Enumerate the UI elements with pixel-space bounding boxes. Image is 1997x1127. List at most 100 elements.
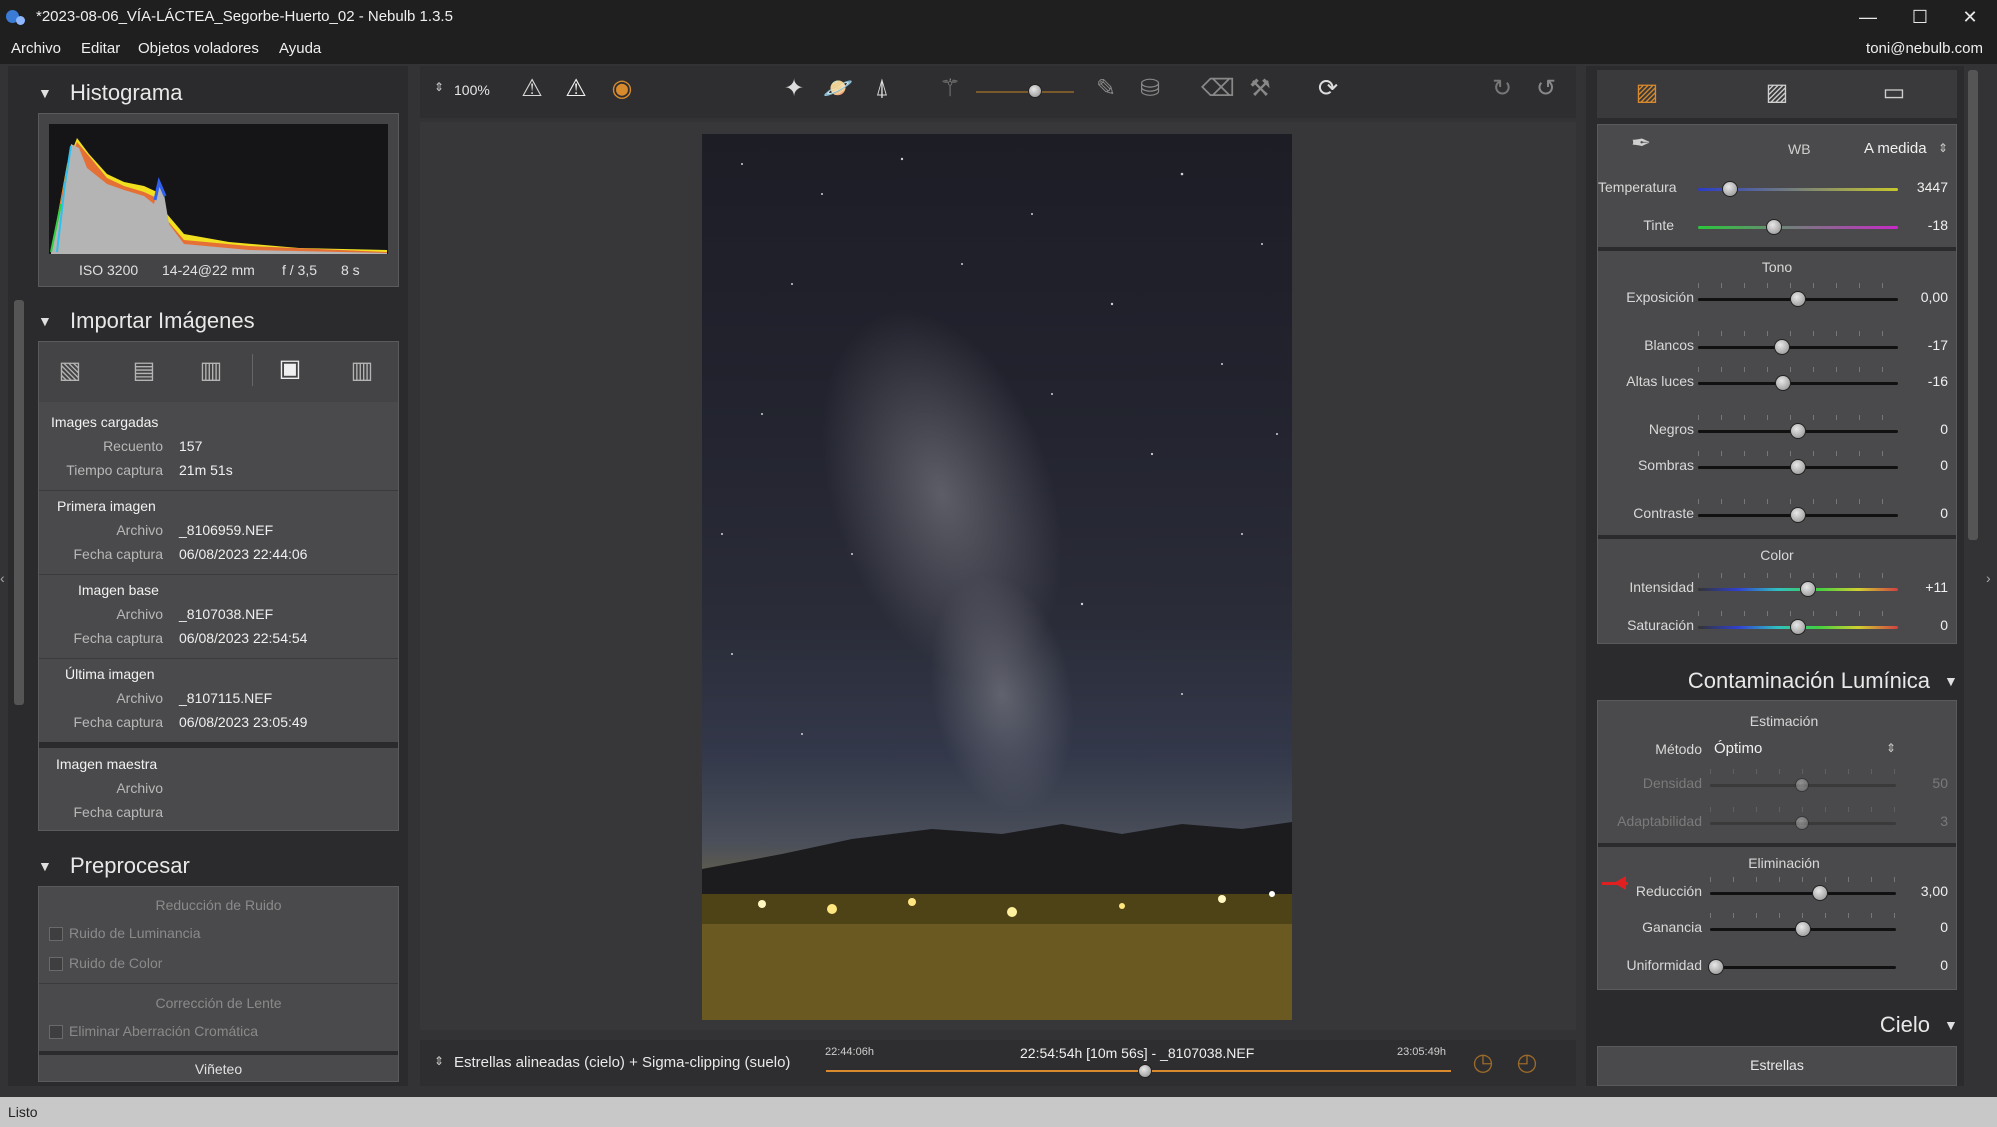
histogram-title: Histograma <box>70 80 183 105</box>
tint-slider[interactable] <box>1698 226 1898 229</box>
right-scrollbar[interactable] <box>1968 70 1978 540</box>
exposure-knob[interactable] <box>1790 291 1806 307</box>
saturation-value[interactable]: 0 <box>1888 617 1948 633</box>
refresh-icon[interactable]: ⟳ <box>1310 74 1346 103</box>
eraser-icon[interactable]: ⌫ <box>1200 74 1236 103</box>
wb-select[interactable]: A medida <box>1864 140 1927 157</box>
maximize-button[interactable]: ☐ <box>1900 4 1940 30</box>
highlights-knob[interactable] <box>1775 375 1791 391</box>
brush-icon[interactable]: ✎ <box>1088 74 1124 103</box>
menu-editar[interactable]: Editar <box>81 40 120 57</box>
intensity-slider[interactable] <box>1698 588 1898 591</box>
menu-archivo[interactable]: Archivo <box>11 40 61 57</box>
clear-list-icon[interactable]: ▥ <box>345 356 379 385</box>
warning-filled-icon[interactable]: ⚠ <box>558 74 594 103</box>
menu-ayuda[interactable]: Ayuda <box>279 40 321 57</box>
warning-outline-icon[interactable]: ⚠ <box>514 74 550 103</box>
temperature-knob[interactable] <box>1722 181 1738 197</box>
shadows-value[interactable]: 0 <box>1888 457 1948 473</box>
tint-value[interactable]: -18 <box>1888 217 1948 233</box>
stack-mode[interactable]: Estrellas alineadas (cielo) + Sigma-clip… <box>454 1054 790 1071</box>
temperature-value[interactable]: 3447 <box>1888 179 1948 195</box>
collapse-right-icon[interactable]: › <box>1986 570 1996 586</box>
intensity-value[interactable]: +11 <box>1888 579 1948 595</box>
highlights-value[interactable]: -16 <box>1888 373 1948 389</box>
shadows-knob[interactable] <box>1790 459 1806 475</box>
vignette-heading[interactable]: Viñeteo <box>39 1061 398 1077</box>
whites-value[interactable]: -17 <box>1888 337 1948 353</box>
tab-image-icon[interactable]: ▨ <box>1757 78 1797 107</box>
user-account[interactable]: toni@nebulb.com <box>1866 40 1983 57</box>
collapse-left-icon[interactable]: ‹ <box>0 570 8 586</box>
whites-knob[interactable] <box>1774 339 1790 355</box>
collapse-triangle-icon[interactable]: ▼ <box>1944 1017 1958 1033</box>
divider <box>39 742 398 748</box>
bucket-icon[interactable]: ⛁ <box>1132 74 1168 103</box>
reduction-knob[interactable] <box>1812 885 1828 901</box>
planet-icon[interactable]: 🪐 <box>820 74 856 103</box>
saturation-knob[interactable] <box>1790 619 1806 635</box>
uniformity-slider[interactable] <box>1710 966 1896 969</box>
color-noise-checkbox[interactable] <box>49 957 63 971</box>
collapse-triangle-icon[interactable]: ▼ <box>38 858 52 874</box>
whites-slider[interactable] <box>1698 346 1898 349</box>
uniformity-knob[interactable] <box>1708 959 1724 975</box>
left-scrollbar[interactable] <box>14 300 24 705</box>
gain-knob[interactable] <box>1795 921 1811 937</box>
close-button[interactable]: ✕ <box>1950 4 1990 30</box>
stars-icon[interactable]: ✦ <box>776 74 812 103</box>
luminance-noise-checkbox[interactable] <box>49 927 63 941</box>
tower-icon[interactable]: ⍋ <box>864 74 900 102</box>
tab-develop-icon[interactable]: ▨ <box>1627 78 1667 107</box>
intensity-knob[interactable] <box>1800 581 1816 597</box>
tab-crop-icon[interactable]: ▭ <box>1874 78 1914 107</box>
brush-size-slider[interactable] <box>976 91 1074 93</box>
reduction-slider[interactable] <box>1710 892 1896 895</box>
contrast-value[interactable]: 0 <box>1888 505 1948 521</box>
broom-icon[interactable]: ⚒ <box>1242 74 1278 103</box>
stars-heading[interactable]: Estrellas <box>1598 1057 1956 1073</box>
wb-spinner-icon[interactable]: ⇕ <box>1938 141 1948 155</box>
base-date-label: Fecha captura <box>73 630 164 646</box>
eyedropper-icon[interactable]: ✒ <box>1624 129 1658 158</box>
exposure-value[interactable]: 0,00 <box>1888 289 1948 305</box>
adjust-tabs: ▨ ▨ ▭ <box>1597 70 1957 118</box>
uniformity-value[interactable]: 0 <box>1888 957 1948 973</box>
minimize-button[interactable]: — <box>1848 4 1888 30</box>
method-spinner-icon[interactable]: ⇕ <box>1886 741 1896 755</box>
add-folder-icon[interactable]: ▤ <box>127 356 161 385</box>
zoom-spinner-icon[interactable]: ⇕ <box>434 80 444 94</box>
light-pollution-title: Contaminación Lumínica <box>1687 668 1930 693</box>
collapse-triangle-icon[interactable]: ▼ <box>38 313 52 329</box>
history-icon[interactable]: ◴ <box>1510 1048 1544 1077</box>
zoom-level[interactable]: 100% <box>454 82 490 98</box>
magic-wand-icon[interactable]: ⚚ <box>932 74 968 103</box>
contrast-knob[interactable] <box>1790 507 1806 523</box>
collapse-triangle-icon[interactable]: ▼ <box>38 85 52 101</box>
clock-icon[interactable]: ◷ <box>1466 1048 1500 1077</box>
method-select[interactable]: Óptimo <box>1714 740 1762 757</box>
canvas-area[interactable] <box>420 122 1576 1030</box>
highlights-slider[interactable] <box>1698 382 1898 385</box>
brush-size-knob[interactable] <box>1028 84 1042 98</box>
palette-icon[interactable]: ◉ <box>604 74 640 103</box>
histogram-panel: ISO 3200 14-24@22 mm f / 3,5 8 s <box>38 113 399 287</box>
import-title: Importar Imágenes <box>70 308 255 333</box>
reduction-value[interactable]: 3,00 <box>1888 883 1948 899</box>
preprocess-title: Preprocesar <box>70 853 190 878</box>
timeline-knob[interactable] <box>1137 1064 1152 1078</box>
redo-icon[interactable]: ↻ <box>1484 74 1520 103</box>
stack-mode-spinner-icon[interactable]: ⇕ <box>434 1054 444 1068</box>
uniformity-label: Uniformidad <box>1626 957 1702 973</box>
menu-objetos-voladores[interactable]: Objetos voladores <box>138 40 259 57</box>
tint-knob[interactable] <box>1766 219 1782 235</box>
aberration-checkbox[interactable] <box>49 1025 63 1039</box>
remove-images-icon[interactable]: ▥ <box>194 356 228 385</box>
image-view-icon[interactable]: ▣ <box>273 354 307 383</box>
collapse-triangle-icon[interactable]: ▼ <box>1944 673 1958 689</box>
blacks-value[interactable]: 0 <box>1888 421 1948 437</box>
blacks-knob[interactable] <box>1790 423 1806 439</box>
undo-icon[interactable]: ↺ <box>1528 74 1564 103</box>
gain-value[interactable]: 0 <box>1888 919 1948 935</box>
add-images-icon[interactable]: ▧ <box>53 356 87 385</box>
